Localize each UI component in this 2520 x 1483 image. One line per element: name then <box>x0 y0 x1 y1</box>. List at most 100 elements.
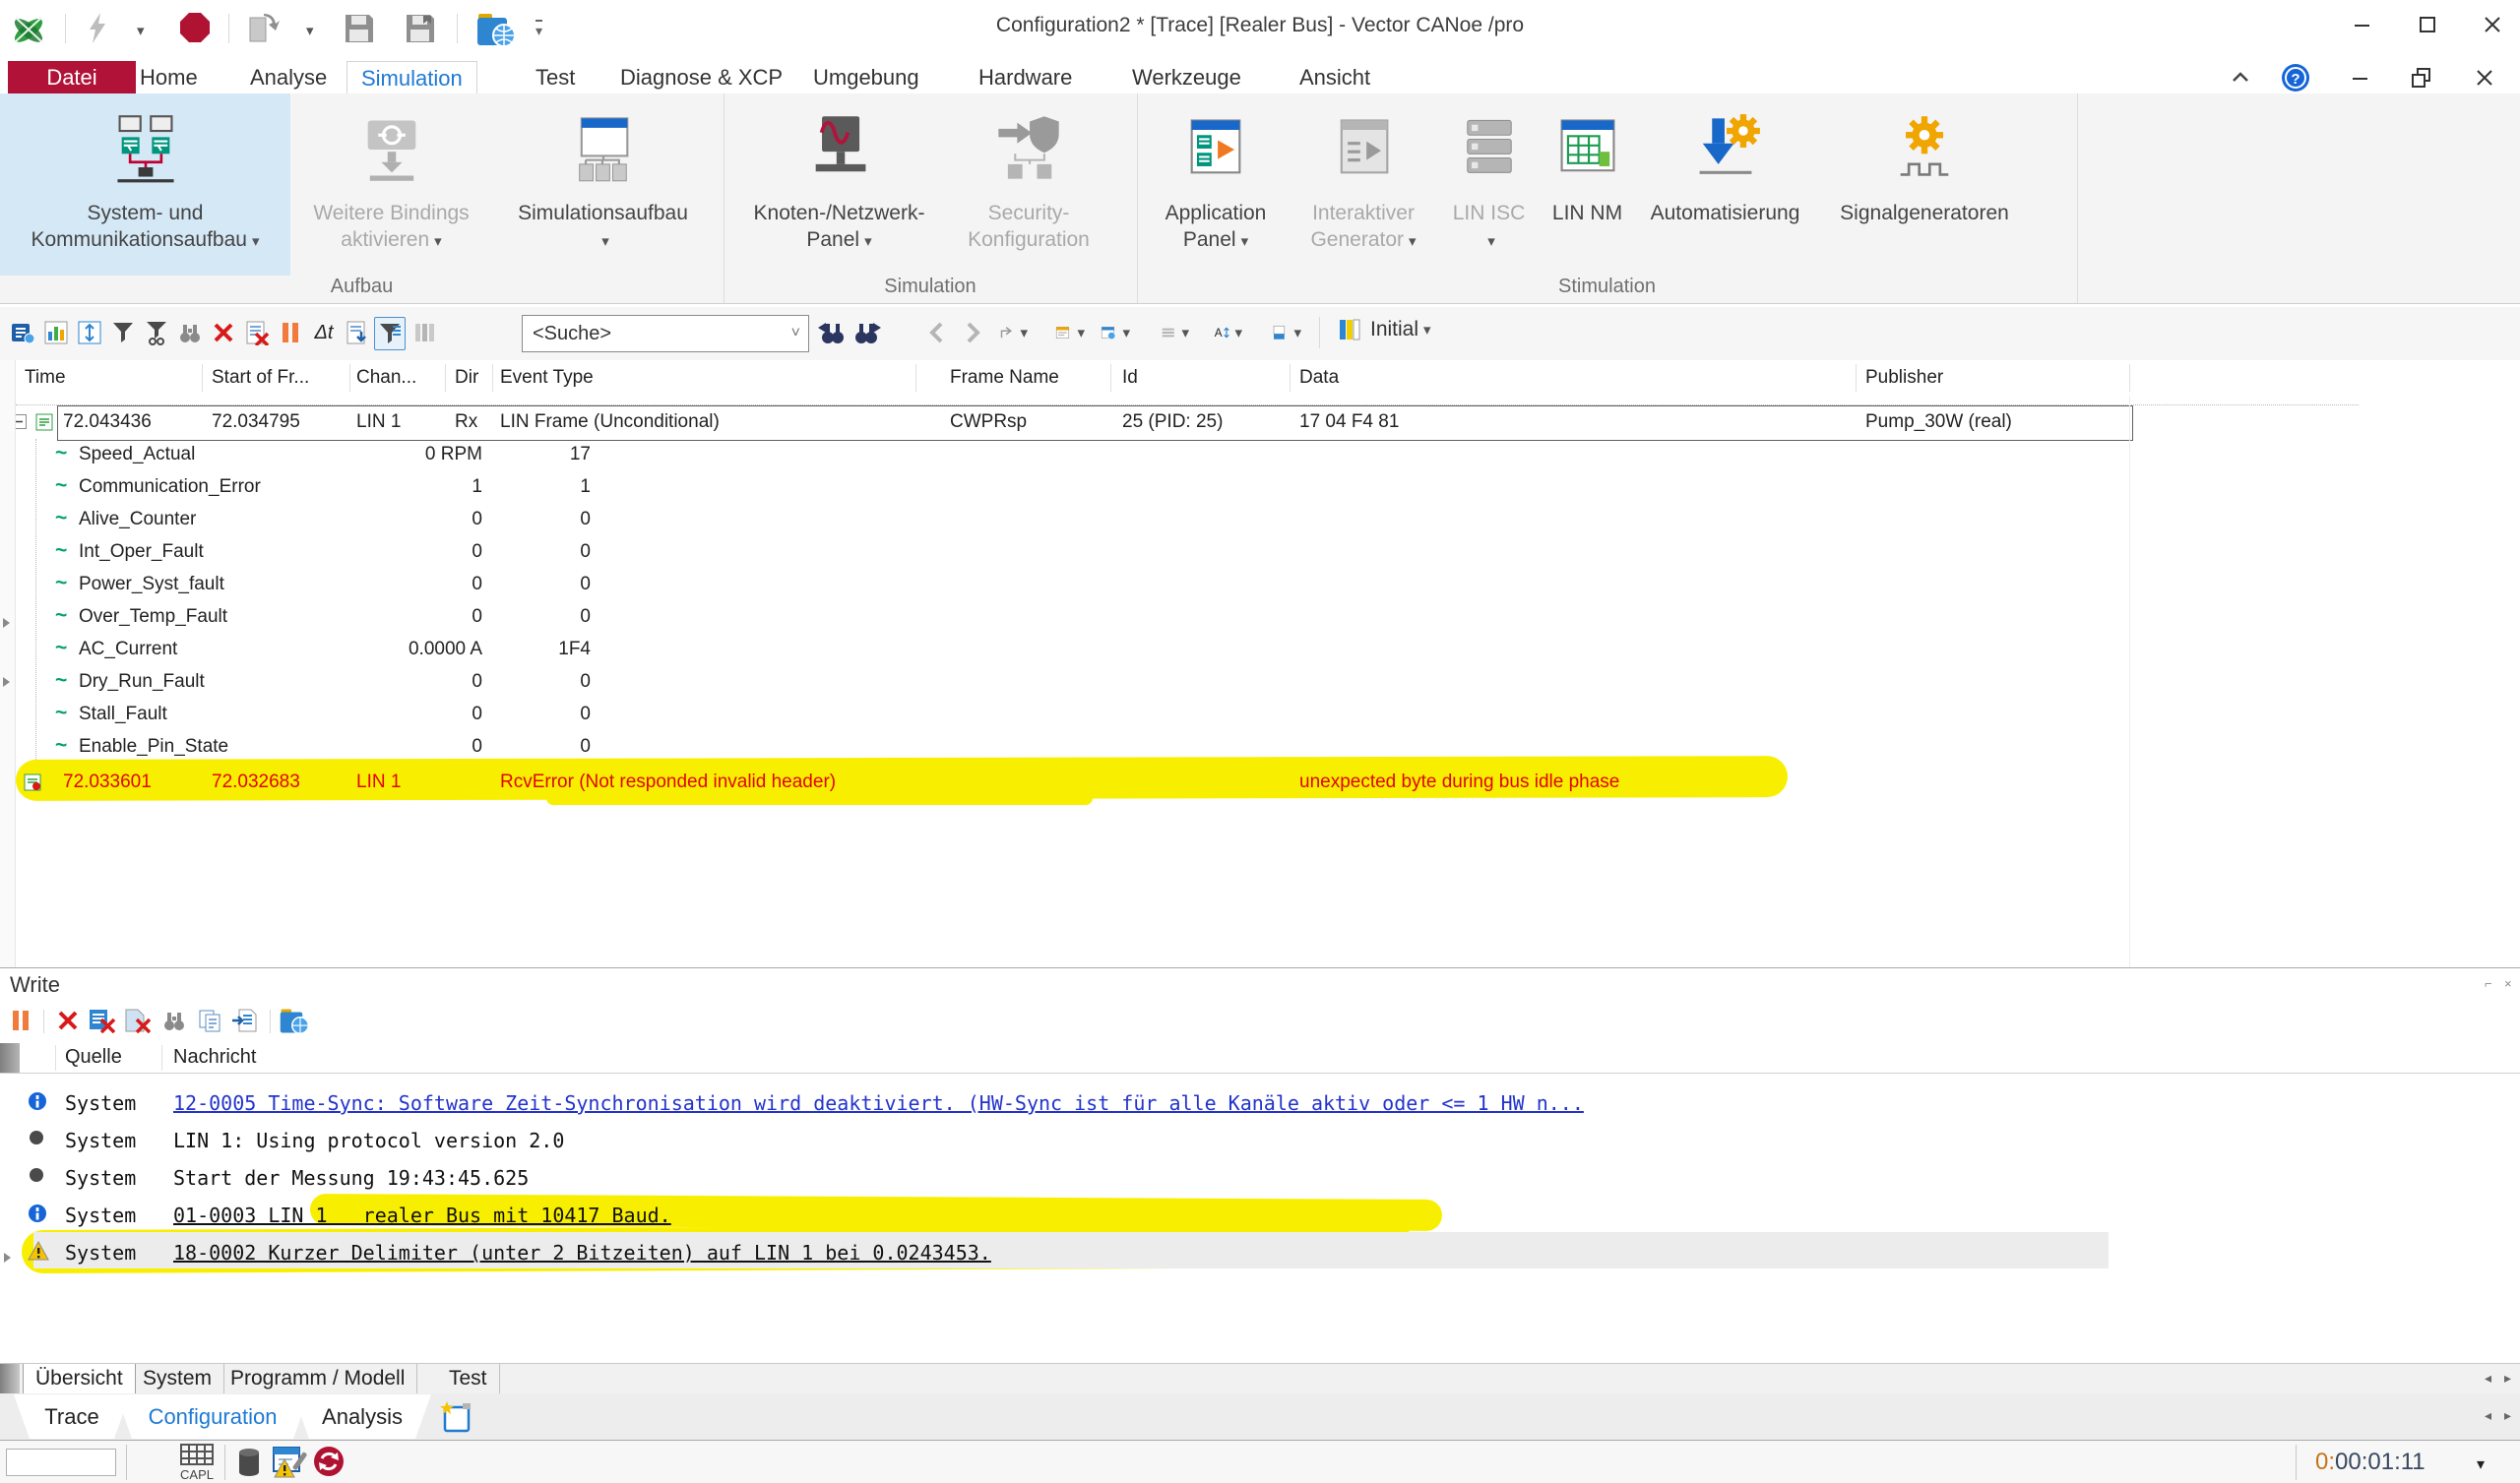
initial-filter-dropdown[interactable]: Initial ▾ <box>1337 317 1431 342</box>
window-minimize-icon[interactable] <box>2343 8 2382 41</box>
col-start-of-frame[interactable]: Start of Fr... <box>212 367 309 389</box>
time-diff-icon[interactable]: Δt <box>309 317 339 348</box>
signal-row[interactable]: ~Power_Syst_fault00 <box>0 569 886 601</box>
system-variables-warning-icon[interactable] <box>272 1446 309 1479</box>
tab-test[interactable]: Test <box>522 61 589 93</box>
signal-row[interactable]: ~Int_Oper_Fault00 <box>0 536 886 569</box>
tab-umgebung[interactable]: Umgebung <box>799 61 933 93</box>
write-copy-icon[interactable] <box>195 1006 224 1035</box>
write-tab-programm-modell[interactable]: Programm / Modell <box>219 1364 417 1393</box>
window-close-small-icon[interactable]: × <box>2504 976 2512 991</box>
col-data[interactable]: Data <box>1299 367 1339 389</box>
write-clear-all-icon[interactable] <box>87 1006 116 1035</box>
dropdown-icon[interactable]: ▾ <box>1077 324 1085 341</box>
window-config-icon[interactable]: ▾ <box>1101 317 1130 348</box>
highlight-filter-icon[interactable] <box>374 317 406 350</box>
dropdown-icon[interactable]: ▾ <box>1293 324 1301 341</box>
col-publisher[interactable]: Publisher <box>1865 367 1943 389</box>
col-dir[interactable]: Dir <box>455 367 478 389</box>
start-options-dropdown-icon[interactable]: ▾ <box>137 22 145 39</box>
collapse-ribbon-icon[interactable] <box>2221 61 2260 93</box>
save-as-icon[interactable] <box>404 12 437 45</box>
write-config-icon[interactable] <box>280 1006 309 1035</box>
write-clear-icon[interactable] <box>53 1006 83 1035</box>
tab-scroll-right-icon[interactable]: ▸ <box>2504 1407 2511 1424</box>
clear-icon[interactable] <box>209 317 238 348</box>
database-icon[interactable] <box>236 1448 262 1477</box>
window-maximize-icon[interactable] <box>2408 8 2447 41</box>
tab-home[interactable]: Home <box>126 61 212 93</box>
scroll-bottom-icon[interactable] <box>343 317 372 348</box>
button-interaktiver-generator[interactable]: Interaktiver Generator▾ <box>1285 93 1442 276</box>
row-layout-icon[interactable]: ▾ <box>1160 317 1189 348</box>
write-row[interactable]: System 01-0003 LIN 1 realer Bus mit 1041… <box>0 1197 2520 1234</box>
db-config-icon[interactable] <box>8 317 37 348</box>
signal-row[interactable]: ~AC_Current0.0000 A1F4 <box>0 634 886 666</box>
dropdown-icon[interactable]: ▾ <box>1234 324 1242 341</box>
desktop-tab-configuration[interactable]: Configuration <box>116 1394 309 1439</box>
button-knoten-netzwerk-panel[interactable]: Knoten-/Netzwerk- Panel▾ <box>743 93 935 276</box>
tab-simulation[interactable]: Simulation <box>346 61 477 94</box>
dropdown-icon[interactable]: ▾ <box>1020 324 1028 341</box>
logging-window-icon[interactable]: ▾ <box>1055 317 1085 348</box>
desktop-tab-analysis[interactable]: Analysis <box>293 1394 431 1439</box>
window-close-icon[interactable] <box>2473 8 2512 41</box>
sync-icon[interactable] <box>313 1446 345 1477</box>
dropdown-icon[interactable]: ▾ <box>1181 324 1189 341</box>
column-filter-icon[interactable] <box>410 317 439 348</box>
write-row[interactable]: System Start der Messung 19:43:45.625 <box>0 1159 2520 1197</box>
statistics-icon[interactable] <box>41 317 71 348</box>
button-signalgeneratoren[interactable]: Signalgeneratoren <box>1811 93 2038 276</box>
button-weitere-bindings[interactable]: Weitere Bindings aktivieren▾ <box>290 93 492 276</box>
configuration-settings-icon[interactable] <box>476 12 516 47</box>
goto-icon[interactable]: ▾ <box>998 317 1028 348</box>
desktop-tab-trace[interactable]: Trace <box>14 1394 130 1439</box>
search-combobox[interactable]: <Suche> ˅ <box>522 315 809 352</box>
col-quelle[interactable]: Quelle <box>65 1046 122 1069</box>
write-row[interactable]: System 12-0005 Time-Sync: Software Zeit-… <box>0 1084 2520 1122</box>
write-message[interactable]: 18-0002 Kurzer Delimiter (unter 2 Bitzei… <box>173 1241 991 1265</box>
write-tab-uebersicht[interactable]: Übersicht <box>23 1364 136 1394</box>
write-clear-on-start-icon[interactable] <box>122 1006 152 1035</box>
font-size-icon[interactable]: A ▾ <box>1213 317 1242 348</box>
app-minimize-icon[interactable] <box>2341 61 2380 93</box>
write-search-icon[interactable] <box>159 1006 189 1035</box>
nav-back-icon[interactable] <box>923 317 953 348</box>
new-desktop-icon[interactable] <box>439 1399 474 1435</box>
button-lin-isc[interactable]: LIN ISC ▾ <box>1442 93 1536 276</box>
search-prev-icon[interactable] <box>817 317 847 348</box>
pause-icon[interactable] <box>276 317 305 348</box>
write-export-icon[interactable] <box>230 1006 260 1035</box>
col-channel[interactable]: Chan... <box>356 367 416 389</box>
tab-datei[interactable]: Datei <box>8 61 136 93</box>
col-event-type[interactable]: Event Type <box>500 367 594 389</box>
button-automatisierung[interactable]: Automatisierung <box>1639 93 1811 276</box>
dropdown-icon[interactable]: ▾ <box>1122 324 1130 341</box>
col-time[interactable]: Time <box>25 367 66 389</box>
highlight-color-icon[interactable]: ▾ <box>1272 317 1301 348</box>
button-application-panel[interactable]: Application Panel▾ <box>1147 93 1285 276</box>
search-next-icon[interactable] <box>852 317 882 348</box>
fixed-scroll-icon[interactable] <box>75 317 104 348</box>
signal-row[interactable]: ~Over_Temp_Fault00 <box>0 601 886 634</box>
combobox-chevron-icon[interactable]: ˅ <box>791 325 808 342</box>
write-tab-system[interactable]: System <box>131 1364 224 1393</box>
window-pin-icon[interactable]: ⌐ <box>2485 976 2492 991</box>
save-icon[interactable] <box>343 12 376 45</box>
col-frame-name[interactable]: Frame Name <box>950 367 1059 389</box>
signal-row[interactable]: ~Alive_Counter00 <box>0 504 886 536</box>
signal-row[interactable]: ~Stall_Fault00 <box>0 699 886 731</box>
tab-analyse[interactable]: Analyse <box>236 61 341 93</box>
col-nachricht[interactable]: Nachricht <box>173 1046 256 1069</box>
tab-diagnose-xcp[interactable]: Diagnose & XCP <box>606 61 796 93</box>
button-security-konfiguration[interactable]: Security- Konfiguration <box>935 93 1122 276</box>
tab-ansicht[interactable]: Ansicht <box>1286 61 1384 93</box>
tab-scroll-right-icon[interactable]: ▸ <box>2504 1370 2511 1387</box>
trace-error-row[interactable]: 72.033601 72.032683 LIN 1 RcvError (Not … <box>0 767 2362 799</box>
qat-more-commands-icon[interactable]: ▾ <box>536 20 542 39</box>
analysis-filter-icon[interactable] <box>142 317 171 348</box>
trace-table-header[interactable]: Time Start of Fr... Chan... Dir Event Ty… <box>0 360 2520 397</box>
nav-forward-icon[interactable] <box>957 317 986 348</box>
write-row[interactable]: System LIN 1: Using protocol version 2.0 <box>0 1122 2520 1159</box>
open-configuration-icon[interactable] <box>246 12 282 45</box>
